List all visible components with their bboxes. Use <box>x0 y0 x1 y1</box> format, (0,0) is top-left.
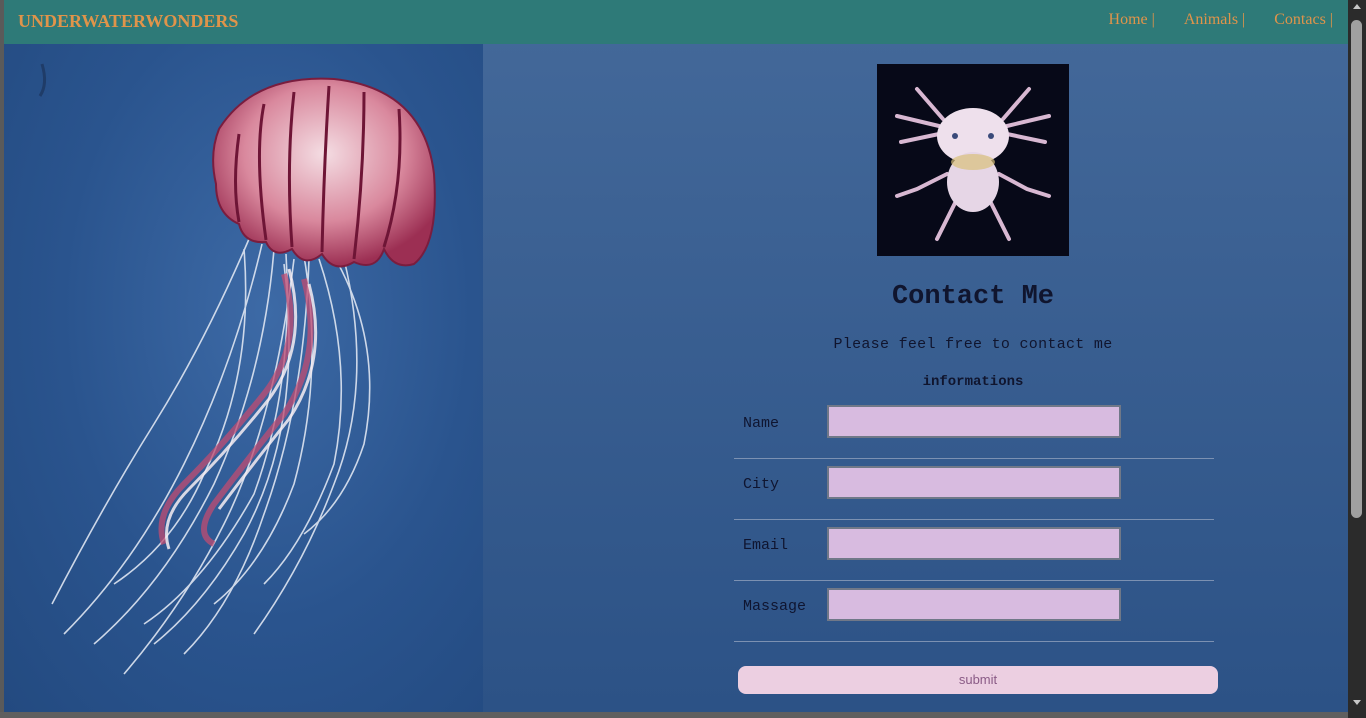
form-row-name: Name <box>734 397 1214 459</box>
scroll-up-arrow-icon[interactable] <box>1353 4 1361 9</box>
email-input[interactable] <box>827 527 1121 560</box>
page: UNDERWATERWONDERS Home | Animals | Conta… <box>4 0 1348 712</box>
email-label: Email <box>743 537 789 554</box>
form-row-massage: Massage <box>734 580 1214 642</box>
form-row-city: City <box>734 458 1214 520</box>
nav-link-animals[interactable]: Animals | <box>1184 11 1245 29</box>
window-bottom-edge <box>0 712 1348 718</box>
nav-link-home[interactable]: Home | <box>1109 11 1155 29</box>
city-input[interactable] <box>827 466 1121 499</box>
contact-subtitle: Please feel free to contact me <box>833 336 1113 353</box>
form-row-email: Email <box>734 519 1214 581</box>
city-label: City <box>743 476 780 493</box>
navbar: UNDERWATERWONDERS Home | Animals | Conta… <box>4 0 1348 44</box>
nav-links: Home | Animals | Contacs | <box>1109 11 1333 29</box>
page-title: Contact Me <box>891 282 1055 312</box>
scroll-down-arrow-icon[interactable] <box>1353 700 1361 705</box>
name-label: Name <box>743 415 780 432</box>
brand-logo-text[interactable]: UNDERWATERWONDERS <box>18 11 238 32</box>
jellyfish-image <box>4 44 483 712</box>
axolotl-image <box>877 64 1069 256</box>
nav-link-contacs[interactable]: Contacs | <box>1274 11 1333 29</box>
section-label: informations <box>922 374 1024 390</box>
massage-input[interactable] <box>827 588 1121 621</box>
contact-column: Contact Me Please feel free to contact m… <box>483 44 1348 712</box>
massage-label: Massage <box>743 598 807 615</box>
submit-button[interactable]: submit <box>738 666 1218 694</box>
vertical-scrollbar[interactable] <box>1348 0 1366 718</box>
name-input[interactable] <box>827 405 1121 438</box>
scrollbar-thumb[interactable] <box>1351 20 1362 518</box>
